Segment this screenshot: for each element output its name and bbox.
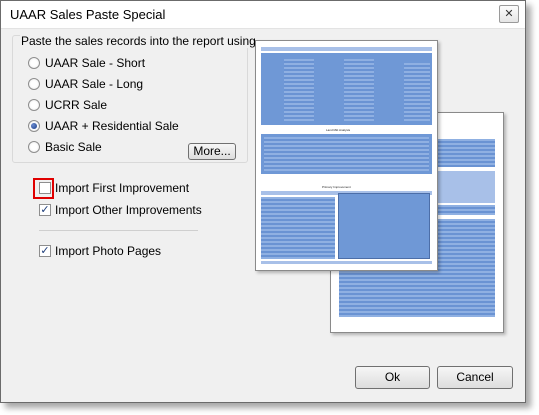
radio-label: UAAR + Residential Sale <box>45 119 179 133</box>
more-button[interactable]: More... <box>188 143 236 160</box>
window-title: UAAR Sales Paste Special <box>10 7 166 22</box>
radio-label: UAAR Sale - Short <box>45 56 146 70</box>
radio-uaar-sale-short[interactable]: UAAR Sale - Short <box>28 55 145 71</box>
radio-button-selected-icon[interactable] <box>28 120 40 132</box>
checkbox-import-other-improvements[interactable]: ✓ Import Other Improvements <box>39 202 202 218</box>
checkmark-icon[interactable]: ✓ <box>39 245 51 257</box>
checkbox-label: Import First Improvement <box>55 181 190 195</box>
checkmark-icon[interactable]: ✓ <box>39 204 51 216</box>
checkbox-unchecked-icon[interactable] <box>39 182 51 194</box>
radio-basic-sale[interactable]: Basic Sale <box>28 139 102 155</box>
separator-line <box>39 230 198 231</box>
preview-grid-block <box>261 197 335 259</box>
preview-photo-block <box>338 193 430 259</box>
radio-button-icon[interactable] <box>28 57 40 69</box>
radio-button-icon[interactable] <box>28 141 40 153</box>
ok-button[interactable]: Ok <box>355 366 430 389</box>
radio-uaar-residential-sale[interactable]: UAAR + Residential Sale <box>28 118 179 134</box>
paste-options-group-label: Paste the sales records into the report … <box>20 34 257 48</box>
title-bar[interactable]: UAAR Sales Paste Special ✕ <box>1 1 525 29</box>
checkbox-label: Import Other Improvements <box>55 203 202 217</box>
radio-button-icon[interactable] <box>28 78 40 90</box>
radio-label: UCRR Sale <box>45 98 108 112</box>
preview-header-bar <box>261 47 432 51</box>
radio-uaar-sale-long[interactable]: UAAR Sale - Long <box>28 76 143 92</box>
checkbox-label: Import Photo Pages <box>55 244 162 258</box>
close-icon[interactable]: ✕ <box>499 5 519 23</box>
preview-grid-block <box>404 63 430 121</box>
preview-footer-bar <box>261 261 432 264</box>
preview-grid-block <box>264 137 429 171</box>
preview-section-title: Land Mkt Analysis <box>326 128 351 132</box>
preview-grid-block <box>284 59 314 121</box>
radio-label: Basic Sale <box>45 140 102 154</box>
preview-page-front: Land Mkt Analysis Primary Improvement <box>255 40 438 271</box>
preview-grid-block <box>344 59 374 121</box>
radio-ucrr-sale[interactable]: UCRR Sale <box>28 97 107 113</box>
radio-button-icon[interactable] <box>28 99 40 111</box>
radio-label: UAAR Sale - Long <box>45 77 144 91</box>
cancel-button[interactable]: Cancel <box>437 366 513 389</box>
checkbox-import-photo-pages[interactable]: ✓ Import Photo Pages <box>39 243 161 259</box>
preview-section-title: Primary Improvement <box>322 185 351 189</box>
dialog-window: UAAR Sales Paste Special ✕ Paste the sal… <box>0 0 526 403</box>
checkbox-import-first-improvement[interactable]: Import First Improvement <box>39 180 189 196</box>
